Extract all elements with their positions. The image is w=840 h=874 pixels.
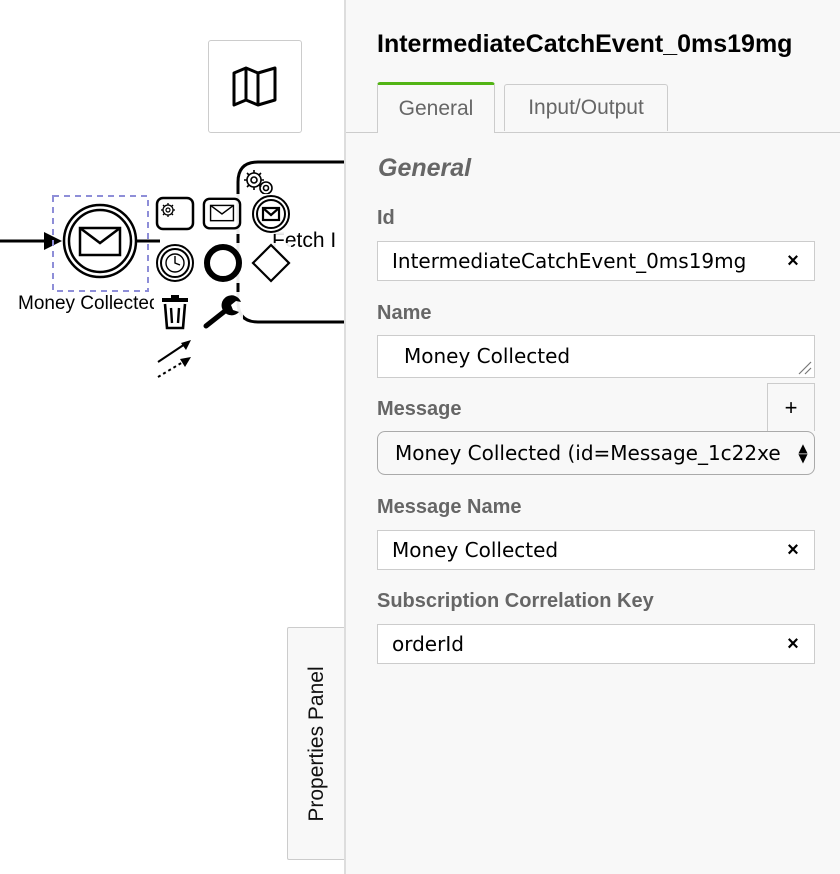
tab-input-output[interactable]: Input/Output bbox=[504, 84, 668, 131]
message-name-label: Message Name bbox=[377, 496, 522, 518]
properties-panel-toggle[interactable]: Properties Panel bbox=[287, 627, 345, 860]
id-value: IntermediateCatchEvent_0ms19mg bbox=[392, 249, 747, 273]
envelope-icon bbox=[78, 226, 122, 257]
diagram-canvas[interactable]: Money Collected Fetch I Properties Panel bbox=[0, 0, 346, 874]
name-textarea[interactable]: Money Collected bbox=[377, 335, 815, 378]
tab-input-output-label: Input/Output bbox=[528, 96, 644, 119]
message-select[interactable]: Money Collected (id=Message_1c22xe ▲ ▼ bbox=[377, 431, 815, 475]
trash-icon bbox=[162, 295, 188, 330]
correlation-key-label: Subscription Correlation Key bbox=[377, 590, 654, 612]
message-catch-event[interactable] bbox=[62, 203, 138, 279]
message-name-input[interactable]: Money Collected × bbox=[377, 530, 815, 570]
append-timer-event-button[interactable] bbox=[155, 243, 195, 283]
select-arrows-icon: ▲ ▼ bbox=[798, 441, 808, 465]
change-type-button[interactable] bbox=[203, 292, 243, 332]
connect-button[interactable] bbox=[155, 338, 195, 378]
envelope-icon bbox=[202, 197, 242, 230]
tab-general[interactable]: General bbox=[377, 82, 495, 133]
gear-icon bbox=[155, 196, 195, 231]
correlation-key-value: orderId bbox=[392, 632, 464, 656]
append-end-event-button[interactable] bbox=[203, 243, 243, 283]
name-label: Name bbox=[377, 302, 432, 324]
name-value: Money Collected bbox=[404, 344, 571, 368]
id-label: Id bbox=[377, 207, 395, 229]
message-name-value: Money Collected bbox=[392, 538, 559, 562]
resize-grip-icon[interactable] bbox=[796, 359, 812, 375]
envelope-circle-icon bbox=[252, 195, 290, 233]
diamond-icon bbox=[251, 243, 291, 283]
wrench-icon bbox=[203, 295, 241, 329]
event-label[interactable]: Money Collected bbox=[18, 293, 154, 315]
properties-panel-toggle-label: Properties Panel bbox=[304, 665, 328, 822]
message-name-clear-button[interactable]: × bbox=[772, 539, 814, 562]
group-title: General bbox=[378, 154, 472, 182]
append-service-task-button[interactable] bbox=[155, 194, 195, 234]
append-gateway-button[interactable] bbox=[251, 243, 291, 283]
append-receive-task-button[interactable] bbox=[202, 194, 242, 234]
correlation-key-input[interactable]: orderId × bbox=[377, 624, 815, 664]
connection-arrows-icon bbox=[157, 340, 191, 378]
add-message-button[interactable]: + bbox=[767, 383, 815, 431]
append-message-intermediate-event-button[interactable] bbox=[251, 194, 291, 234]
tab-general-label: General bbox=[398, 97, 474, 120]
correlation-key-clear-button[interactable]: × bbox=[772, 633, 814, 656]
message-selected-value: Money Collected (id=Message_1c22xe bbox=[395, 441, 781, 465]
end-event-icon bbox=[204, 244, 242, 282]
id-clear-button[interactable]: × bbox=[772, 250, 814, 273]
clock-icon bbox=[156, 244, 194, 282]
delete-button[interactable] bbox=[155, 292, 195, 332]
id-input[interactable]: IntermediateCatchEvent_0ms19mg × bbox=[377, 241, 815, 281]
message-label: Message bbox=[377, 398, 462, 420]
properties-panel: IntermediateCatchEvent_0ms19mg General I… bbox=[344, 0, 840, 874]
tab-bar: General Input/Output bbox=[346, 82, 840, 133]
panel-title: IntermediateCatchEvent_0ms19mg bbox=[377, 30, 793, 58]
